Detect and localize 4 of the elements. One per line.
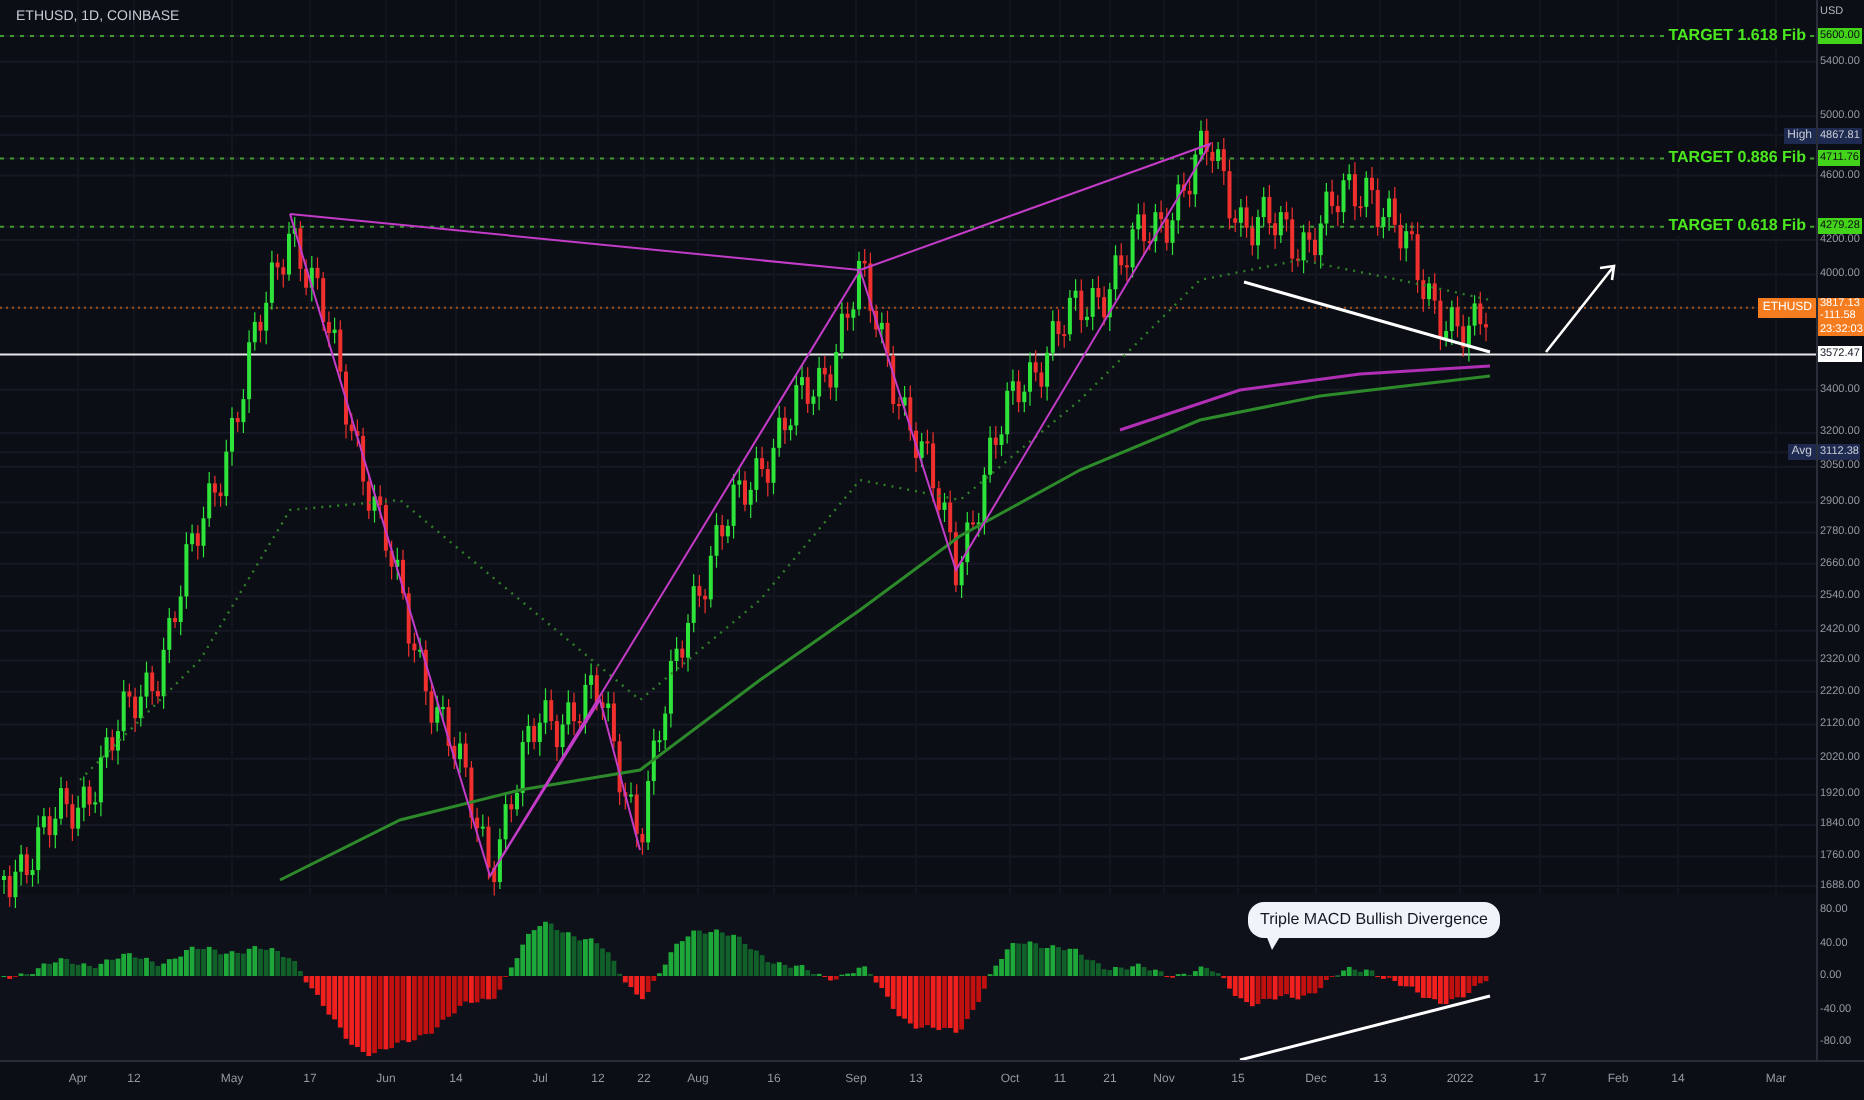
target-label: TARGET 0.618 Fib (1664, 216, 1810, 237)
up-arrow (1544, 264, 1616, 354)
target-label: TARGET 0.886 Fib (1664, 148, 1810, 169)
target-label: TARGET 1.618 Fib (1664, 26, 1810, 46)
